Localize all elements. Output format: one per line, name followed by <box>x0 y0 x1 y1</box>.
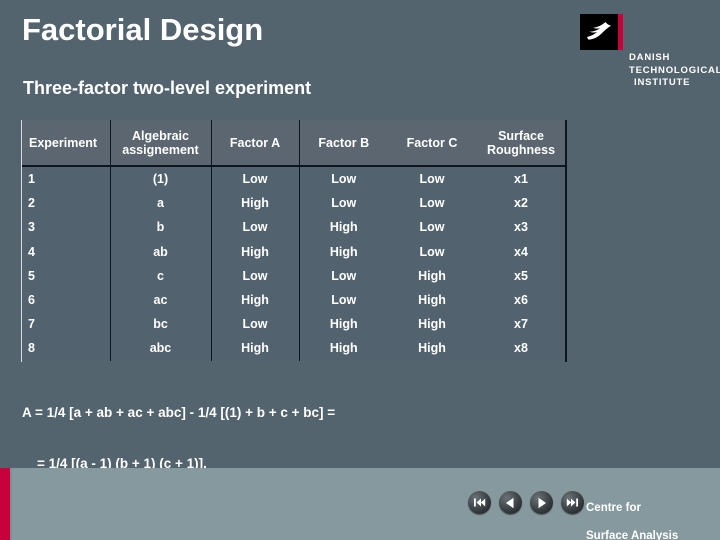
logo-accent-stripe <box>618 14 623 50</box>
cell-factor-a: High <box>211 336 300 361</box>
table-row: 1 (1) Low Low Low x1 <box>21 166 566 192</box>
cell-algebraic: ab <box>110 239 212 264</box>
column-header-factor-b: Factor B <box>299 120 388 167</box>
cell-roughness: x2 <box>476 191 566 216</box>
cell-algebraic: bc <box>110 312 212 337</box>
column-header-algebraic-line-1: Algebraic <box>132 128 189 143</box>
column-header-algebraic-line-2: assignement <box>122 142 199 157</box>
next-slide-button[interactable] <box>530 491 553 514</box>
cell-algebraic: c <box>110 263 212 288</box>
cell-factor-b: High <box>299 215 388 240</box>
cell-factor-a: High <box>211 239 300 264</box>
cell-experiment: 6 <box>21 287 111 313</box>
cell-roughness: x4 <box>476 239 566 264</box>
play-back-icon <box>506 497 514 508</box>
cell-roughness: x1 <box>476 166 566 192</box>
table-row: 3 b Low High Low x3 <box>21 215 566 240</box>
logo-wordmark: DANISH TECHNOLOGICAL INSTITUTE <box>629 52 720 90</box>
skip-to-end-icon <box>566 498 578 507</box>
cell-factor-c: Low <box>388 239 476 264</box>
footer-credit-line-2: Surface Analysis <box>586 530 679 540</box>
footer-credit: Centre for Surface Analysis <box>586 487 678 540</box>
organization-logo: DANISH TECHNOLOGICAL INSTITUTE <box>580 14 720 88</box>
cell-roughness: x3 <box>476 215 566 240</box>
cell-factor-c: High <box>388 336 476 361</box>
table-header: Experiment Algebraic assignement Factor … <box>21 120 566 167</box>
bird-icon <box>587 22 611 40</box>
cell-factor-b: High <box>299 239 388 264</box>
cell-roughness: x6 <box>476 287 566 313</box>
page-subtitle: Three-factor two-level experiment <box>23 78 312 98</box>
cell-algebraic: ac <box>110 287 212 313</box>
cell-factor-c: High <box>388 312 476 337</box>
column-header-surface-roughness: Surface Roughness <box>476 120 566 167</box>
cell-algebraic: a <box>110 191 212 216</box>
page-title: Factorial Design <box>22 12 264 47</box>
cell-algebraic: abc <box>110 336 212 361</box>
first-slide-button[interactable] <box>468 491 491 514</box>
cell-factor-b: Low <box>299 166 388 192</box>
cell-factor-b: Low <box>299 191 388 216</box>
previous-slide-button[interactable] <box>499 491 522 514</box>
cell-factor-c: Low <box>388 191 476 216</box>
cell-experiment: 1 <box>21 166 111 192</box>
table-header-row: Experiment Algebraic assignement Factor … <box>21 120 566 167</box>
column-header-surface-line-1: Surface <box>498 128 544 143</box>
table-row: 5 c Low Low High x5 <box>21 263 566 288</box>
cell-roughness: x8 <box>476 336 566 361</box>
cell-factor-c: Low <box>388 215 476 240</box>
table-row: 2 a High Low Low x2 <box>21 191 566 216</box>
cell-factor-a: Low <box>211 215 300 240</box>
cell-algebraic: (1) <box>110 166 212 192</box>
cell-factor-b: High <box>299 312 388 337</box>
cell-factor-b: Low <box>299 263 388 288</box>
slide-canvas: Factorial Design Three-factor two-level … <box>0 0 720 540</box>
cell-roughness: x5 <box>476 263 566 288</box>
cell-experiment: 5 <box>21 263 111 288</box>
footer-divider-line <box>10 468 12 540</box>
column-header-algebraic-assignment: Algebraic assignement <box>110 120 212 167</box>
table-row: 7 bc Low High High x7 <box>21 312 566 337</box>
cell-factor-c: High <box>388 287 476 313</box>
cell-factor-a: Low <box>211 263 300 288</box>
play-forward-icon <box>538 497 546 508</box>
experiment-table: Experiment Algebraic assignement Factor … <box>21 120 566 361</box>
table-right-border <box>565 120 567 362</box>
cell-experiment: 4 <box>21 239 111 264</box>
formula-line-1: A = 1/4 [a + ab + ac + abc] - 1/4 [(1) +… <box>22 405 336 420</box>
skip-to-start-icon <box>474 498 486 507</box>
slide-navigation-controls <box>468 491 584 514</box>
cell-factor-a: High <box>211 191 300 216</box>
cell-experiment: 3 <box>21 215 111 240</box>
cell-factor-a: High <box>211 287 300 313</box>
column-header-factor-c: Factor C <box>388 120 476 167</box>
logo-word-line-2: TECHNOLOGICAL <box>629 64 720 76</box>
last-slide-button[interactable] <box>561 491 584 514</box>
cell-factor-c: High <box>388 263 476 288</box>
cell-experiment: 8 <box>21 336 111 361</box>
cell-factor-b: High <box>299 336 388 361</box>
logo-word-line-1: DANISH <box>629 52 671 63</box>
cell-factor-a: Low <box>211 166 300 192</box>
cell-factor-c: Low <box>388 166 476 192</box>
cell-experiment: 7 <box>21 312 111 337</box>
column-header-experiment: Experiment <box>21 120 111 167</box>
table-row: 6 ac High Low High x6 <box>21 287 566 313</box>
footer-accent-stripe <box>0 468 10 540</box>
cell-algebraic: b <box>110 215 212 240</box>
table-row: 4 ab High High Low x4 <box>21 239 566 264</box>
table-left-border <box>21 120 22 362</box>
cell-factor-b: Low <box>299 287 388 313</box>
logo-word-line-3: INSTITUTE <box>634 77 691 88</box>
column-header-surface-line-2: Roughness <box>486 142 556 157</box>
footer-credit-line-1: Centre for <box>586 502 641 514</box>
column-header-factor-a: Factor A <box>211 120 300 167</box>
cell-experiment: 2 <box>21 191 111 216</box>
table-body: 1 (1) Low Low Low x1 2 a High Low Low x2… <box>21 166 566 361</box>
table-row: 8 abc High High High x8 <box>21 336 566 361</box>
cell-factor-a: Low <box>211 312 300 337</box>
factorial-design-table: Experiment Algebraic assignement Factor … <box>21 120 567 362</box>
cell-roughness: x7 <box>476 312 566 337</box>
